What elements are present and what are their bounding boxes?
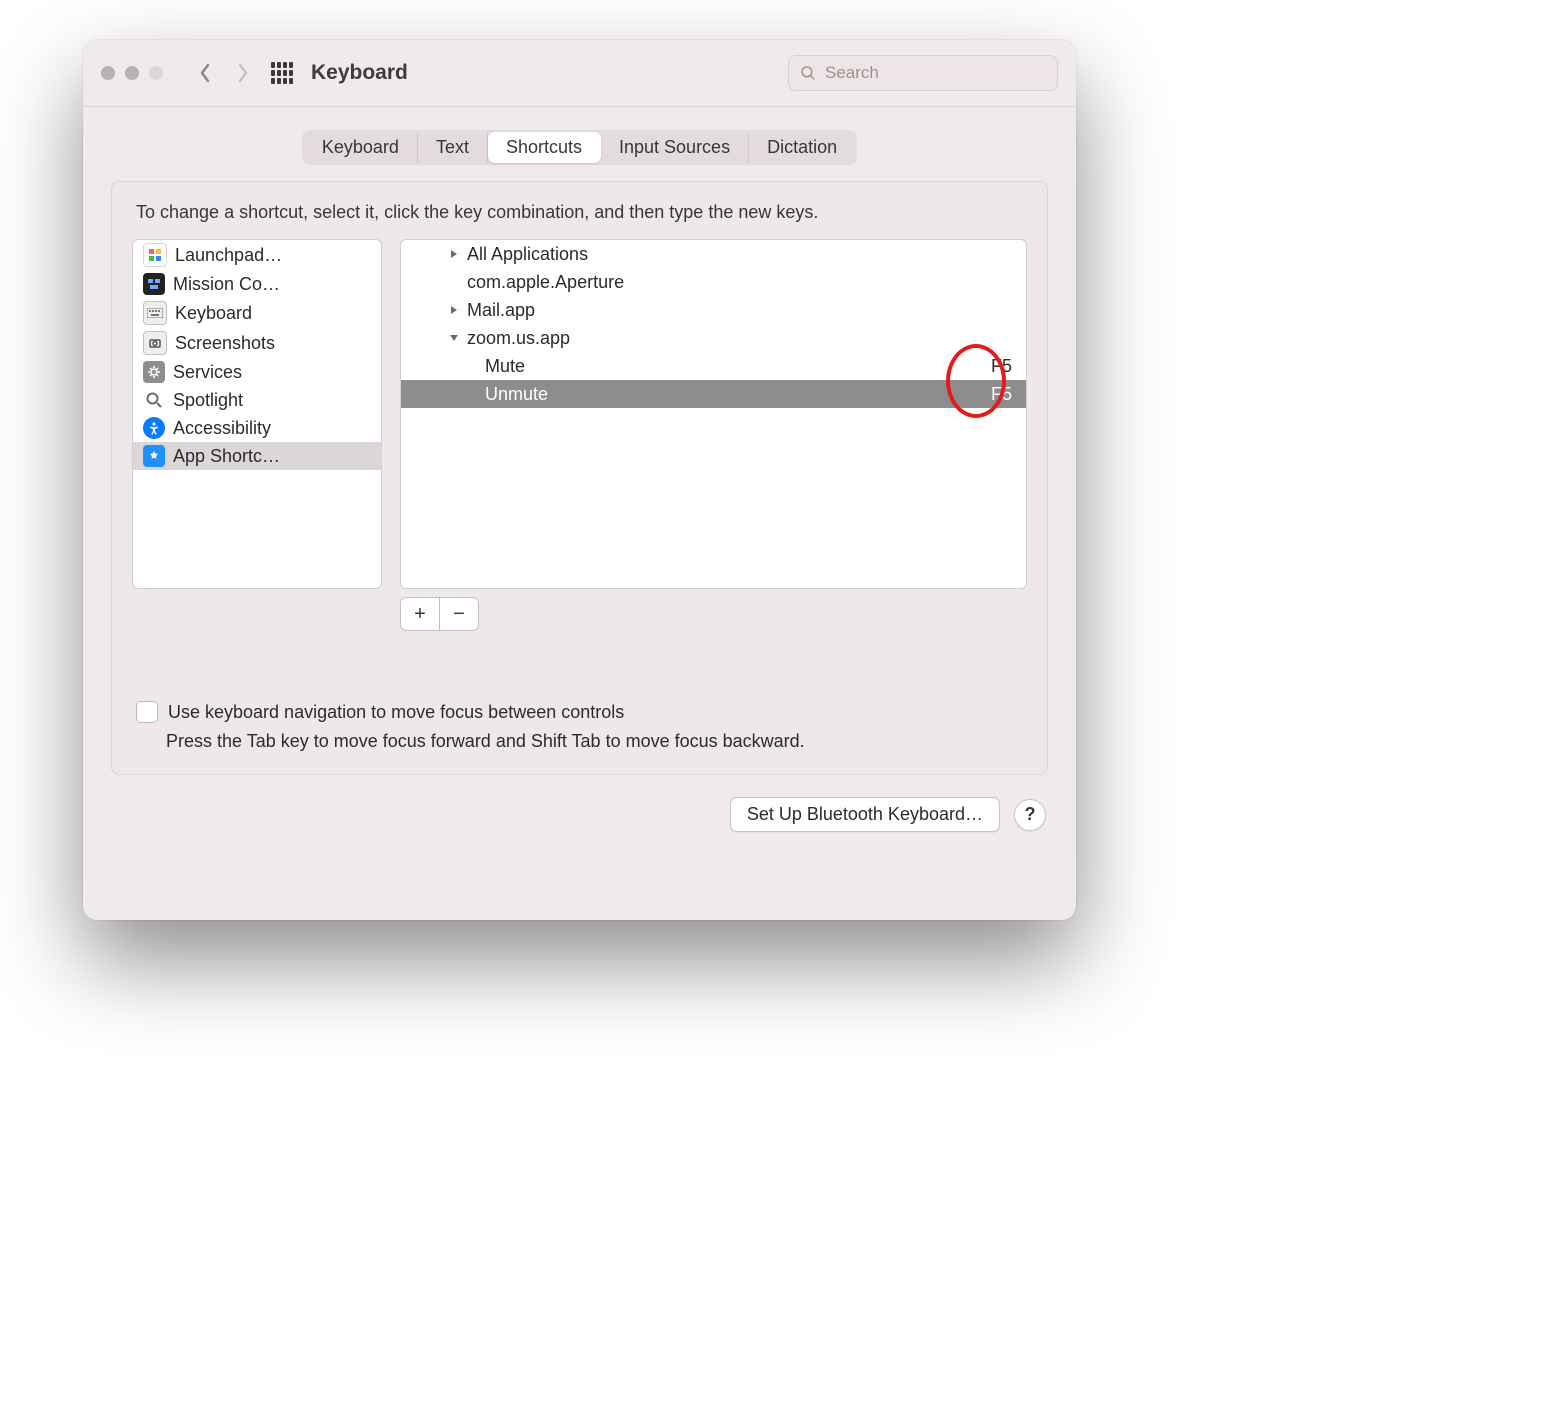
show-all-prefs-button[interactable] [271, 62, 293, 84]
remove-shortcut-button[interactable]: − [439, 597, 479, 631]
setup-bluetooth-keyboard-button[interactable]: Set Up Bluetooth Keyboard… [730, 797, 1000, 832]
tab-bar: Keyboard Text Shortcuts Input Sources Di… [302, 130, 857, 165]
category-launchpad[interactable]: Launchpad… [133, 240, 381, 270]
outline-label: com.apple.Aperture [467, 272, 1012, 293]
tab-input-sources[interactable]: Input Sources [601, 132, 749, 163]
preferences-window: Keyboard Search Keyboard Text Shortcuts … [83, 40, 1076, 920]
category-screenshots[interactable]: Screenshots [133, 328, 381, 358]
forward-button[interactable] [229, 59, 257, 87]
back-button[interactable] [191, 59, 219, 87]
category-list[interactable]: Launchpad… Mission Co… Keyboard [132, 239, 382, 589]
checkbox-label: Use keyboard navigation to move focus be… [168, 702, 624, 723]
instruction-text: To change a shortcut, select it, click t… [136, 202, 1027, 223]
spotlight-icon [143, 389, 165, 411]
category-services[interactable]: Services [133, 358, 381, 386]
category-spotlight[interactable]: Spotlight [133, 386, 381, 414]
mission-control-icon [143, 273, 165, 295]
tab-dictation[interactable]: Dictation [749, 132, 855, 163]
outline-row[interactable]: com.apple.Aperture [401, 268, 1026, 296]
window-toolbar: Keyboard Search [83, 40, 1076, 106]
category-app-shortcuts[interactable]: App Shortc… [133, 442, 381, 470]
chevron-down-icon[interactable] [447, 333, 461, 343]
outline-label: Mute [485, 356, 991, 377]
minimize-window-button[interactable] [125, 66, 139, 80]
outline-shortcut[interactable]: F5 [991, 356, 1012, 377]
outline-label: Unmute [485, 384, 991, 405]
outline-row[interactable]: Mute F5 [401, 352, 1026, 380]
category-label: Screenshots [175, 333, 275, 354]
outline-row[interactable]: Mail.app [401, 296, 1026, 324]
outline-shortcut[interactable]: F5 [991, 384, 1012, 405]
keyboard-navigation-block: Use keyboard navigation to move focus be… [132, 701, 1027, 752]
traffic-lights [101, 66, 163, 80]
tab-text[interactable]: Text [418, 132, 488, 163]
add-shortcut-button[interactable]: + [400, 597, 439, 631]
outline-label: Mail.app [467, 300, 1012, 321]
keyboard-navigation-checkbox[interactable] [136, 701, 158, 723]
add-remove-control: + − [400, 597, 1027, 631]
tab-keyboard[interactable]: Keyboard [304, 132, 418, 163]
outline-label: All Applications [467, 244, 1012, 265]
tabs-container: Keyboard Text Shortcuts Input Sources Di… [83, 107, 1076, 181]
category-label: App Shortc… [173, 446, 280, 467]
outline-label: zoom.us.app [467, 328, 1012, 349]
window-title: Keyboard [311, 61, 408, 85]
chevron-right-icon[interactable] [447, 249, 461, 259]
category-label: Spotlight [173, 390, 243, 411]
shortcuts-panel: To change a shortcut, select it, click t… [111, 181, 1048, 775]
category-keyboard[interactable]: Keyboard [133, 298, 381, 328]
category-label: Launchpad… [175, 245, 282, 266]
category-label: Services [173, 362, 242, 383]
launchpad-icon [143, 243, 167, 267]
chevron-right-icon[interactable] [447, 305, 461, 315]
accessibility-icon [143, 417, 165, 439]
search-placeholder: Search [825, 63, 879, 83]
services-icon [143, 361, 165, 383]
tab-shortcuts[interactable]: Shortcuts [488, 132, 601, 163]
outline-row[interactable]: Unmute F5 [401, 380, 1026, 408]
footer: Set Up Bluetooth Keyboard… ? [83, 793, 1076, 832]
zoom-window-button[interactable] [149, 66, 163, 80]
category-label: Accessibility [173, 418, 271, 439]
search-field[interactable]: Search [788, 55, 1058, 91]
checkbox-description: Press the Tab key to move focus forward … [166, 731, 1027, 752]
outline-row[interactable]: All Applications [401, 240, 1026, 268]
category-accessibility[interactable]: Accessibility [133, 414, 381, 442]
category-label: Mission Co… [173, 274, 280, 295]
app-store-icon [143, 445, 165, 467]
shortcut-outline[interactable]: All Applications com.apple.Aperture [400, 239, 1027, 589]
category-mission-control[interactable]: Mission Co… [133, 270, 381, 298]
keyboard-icon [143, 301, 167, 325]
outline-row[interactable]: zoom.us.app [401, 324, 1026, 352]
category-label: Keyboard [175, 303, 252, 324]
help-button[interactable]: ? [1014, 799, 1046, 831]
close-window-button[interactable] [101, 66, 115, 80]
screenshots-icon [143, 331, 167, 355]
